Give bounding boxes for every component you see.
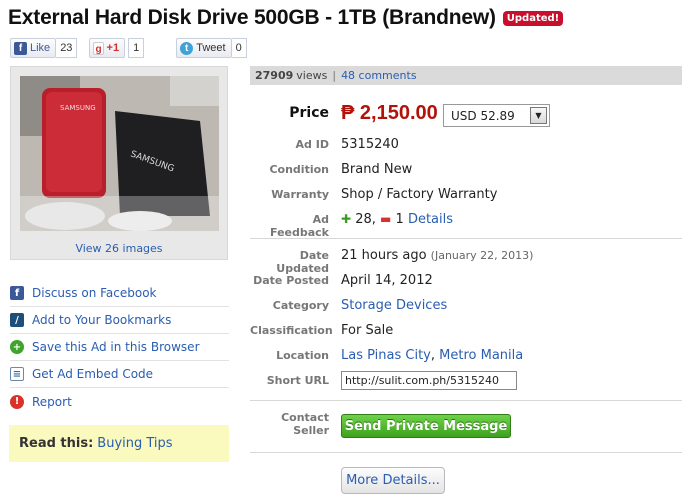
action-label[interactable]: Save this Ad in this Browser xyxy=(32,340,200,354)
price-value: ₱ 2,150.00 xyxy=(341,102,438,124)
tips-label: Read this: xyxy=(19,436,94,451)
facebook-icon: f xyxy=(14,41,27,55)
product-photo-graphic: SAMSUNG SAMSUNG xyxy=(20,76,219,231)
currency-select[interactable]: USD 52.89 ▼ xyxy=(443,104,550,127)
warranty-label: Warranty xyxy=(271,188,329,201)
short-url-field[interactable] xyxy=(341,371,517,390)
views-label: views xyxy=(296,69,328,82)
title-row: External Hard Disk Drive 500GB - 1TB (Br… xyxy=(8,6,564,30)
buying-tips-box: Read this: Buying Tips xyxy=(9,425,229,462)
ad-actions-list: f Discuss on Facebook / Add to Your Book… xyxy=(10,280,229,415)
feedback-label: Ad Feedback xyxy=(270,213,329,239)
plus-circle-icon: + xyxy=(10,340,24,354)
date-updated-exact: (January 22, 2013) xyxy=(430,249,534,262)
twitter-icon: t xyxy=(180,41,194,55)
chevron-down-icon[interactable]: ▼ xyxy=(530,107,547,124)
date-posted-value: April 14, 2012 xyxy=(341,273,433,288)
location-city-link[interactable]: Las Pinas City xyxy=(341,348,431,363)
date-posted-label: Date Posted xyxy=(253,274,329,287)
condition-label: Condition xyxy=(269,163,329,176)
buying-tips-link[interactable]: Buying Tips xyxy=(97,436,172,451)
feedback-positive: 28, xyxy=(355,212,376,227)
warranty-value: Shop / Factory Warranty xyxy=(341,187,498,202)
action-discuss-facebook[interactable]: f Discuss on Facebook xyxy=(10,280,229,307)
feedback-details-link[interactable]: Details xyxy=(408,212,453,227)
bookmark-icon: / xyxy=(10,313,24,327)
google-plus-icon: g xyxy=(93,41,104,55)
action-save-ad[interactable]: + Save this Ad in this Browser xyxy=(10,334,229,361)
thumbs-up-icon: ✚ xyxy=(341,212,352,226)
stats-separator: | xyxy=(332,69,337,82)
action-label[interactable]: Discuss on Facebook xyxy=(32,286,157,300)
divider xyxy=(250,238,682,239)
action-report[interactable]: ! Report xyxy=(10,388,229,415)
date-updated-relative: 21 hours ago xyxy=(341,248,427,263)
action-embed-code[interactable]: ≡ Get Ad Embed Code xyxy=(10,361,229,388)
listing-title: External Hard Disk Drive 500GB - 1TB (Br… xyxy=(8,6,496,29)
category-link[interactable]: Storage Devices xyxy=(341,298,447,313)
thumbs-down-icon: ▬ xyxy=(380,212,392,226)
facebook-like-button[interactable]: f Like xyxy=(10,38,57,58)
gplus-label: +1 xyxy=(106,42,120,54)
classification-label: Classification xyxy=(250,324,333,337)
category-label: Category xyxy=(272,299,329,312)
currency-value: USD 52.89 xyxy=(451,108,515,123)
comments-link[interactable]: 48 comments xyxy=(341,69,417,82)
price-label: Price xyxy=(289,105,329,121)
embed-icon: ≡ xyxy=(10,367,24,381)
tweet-label: Tweet xyxy=(196,42,226,54)
location-region-link[interactable]: Metro Manila xyxy=(439,348,523,363)
image-gallery: SAMSUNG SAMSUNG View 26 images xyxy=(10,66,228,260)
action-label[interactable]: Report xyxy=(32,395,72,409)
location-label: Location xyxy=(276,349,329,362)
action-label[interactable]: Add to Your Bookmarks xyxy=(32,313,171,327)
divider xyxy=(250,452,682,453)
like-count: 23 xyxy=(56,38,78,58)
contact-seller-label: Contact Seller xyxy=(281,411,329,437)
tweet-button[interactable]: t Tweet xyxy=(176,38,232,58)
views-count: 27909 xyxy=(255,69,294,82)
date-updated-value: 21 hours ago (January 22, 2013) xyxy=(341,248,533,263)
view-images-link[interactable]: View 26 images xyxy=(11,242,227,255)
feedback-negative: 1 xyxy=(395,212,404,227)
like-label: Like xyxy=(30,42,51,54)
facebook-icon: f xyxy=(10,286,24,300)
condition-value: Brand New xyxy=(341,162,413,177)
date-updated-label: Date Updated xyxy=(276,249,329,275)
classification-value: For Sale xyxy=(341,323,394,338)
location-separator: , xyxy=(430,348,436,363)
action-add-bookmark[interactable]: / Add to Your Bookmarks xyxy=(10,307,229,334)
short-url-label: Short URL xyxy=(266,374,329,387)
divider xyxy=(250,400,682,401)
gplus-count: 1 xyxy=(128,38,145,58)
action-label[interactable]: Get Ad Embed Code xyxy=(32,367,153,381)
more-details-button[interactable]: More Details... xyxy=(341,467,445,494)
location-value: Las Pinas City, Metro Manila xyxy=(341,348,523,363)
ad-id-label: Ad ID xyxy=(295,138,329,151)
updated-badge: Updated! xyxy=(502,10,564,26)
tweet-count: 0 xyxy=(231,38,247,58)
feedback-value: ✚ 28, ▬ 1 Details xyxy=(341,212,453,227)
send-private-message-button[interactable]: Send Private Message xyxy=(341,414,511,438)
photo-brand-text-1: SAMSUNG xyxy=(60,104,96,112)
alert-icon: ! xyxy=(10,394,24,409)
ad-id-value: 5315240 xyxy=(341,137,399,152)
google-plus-button[interactable]: g +1 xyxy=(89,38,126,58)
product-photo[interactable]: SAMSUNG SAMSUNG xyxy=(20,76,219,231)
social-bar: f Like 23 g +1 1 t Tweet 0 xyxy=(10,38,247,58)
stats-bar: 27909 views | 48 comments xyxy=(250,66,682,85)
